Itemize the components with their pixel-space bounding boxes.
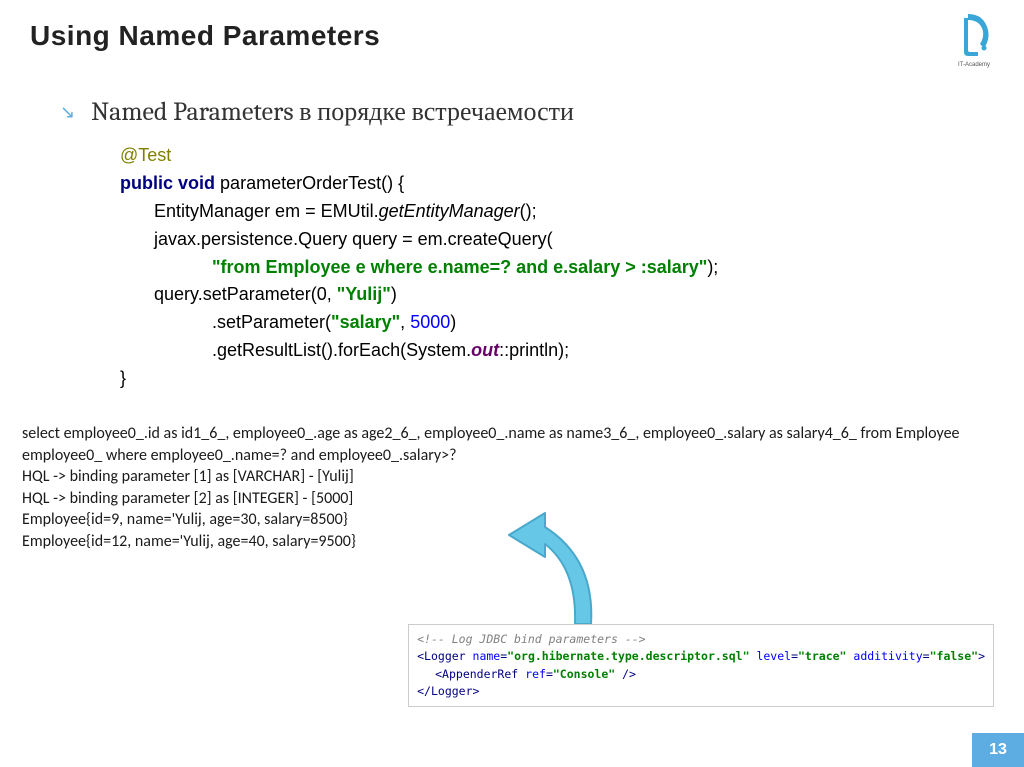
output-line: select employee0_.id as id1_6_, employee… bbox=[22, 423, 1024, 466]
code-annotation: @Test bbox=[120, 145, 171, 165]
output-line: HQL -> binding parameter [1] as [VARCHAR… bbox=[22, 466, 1024, 488]
it-academy-logo: IT-Academy bbox=[944, 8, 1004, 68]
bullet-item: ↘ Named Parameters в порядке встречаемос… bbox=[60, 97, 1024, 127]
page-number: 13 bbox=[972, 733, 1024, 767]
code-block: @Test public void parameterOrderTest() {… bbox=[120, 142, 1024, 393]
arrow-bullet-icon: ↘ bbox=[60, 102, 75, 123]
svg-text:IT-Academy: IT-Academy bbox=[958, 62, 990, 68]
slide-title: Using Named Parameters bbox=[0, 0, 1024, 52]
output-line: HQL -> binding parameter [2] as [INTEGER… bbox=[22, 488, 1024, 510]
xml-config-snippet: <!-- Log JDBC bind parameters --> <Logge… bbox=[408, 624, 994, 707]
bullet-text: Named Parameters в порядке встречаемости bbox=[91, 97, 574, 127]
curved-arrow-icon bbox=[505, 509, 615, 634]
